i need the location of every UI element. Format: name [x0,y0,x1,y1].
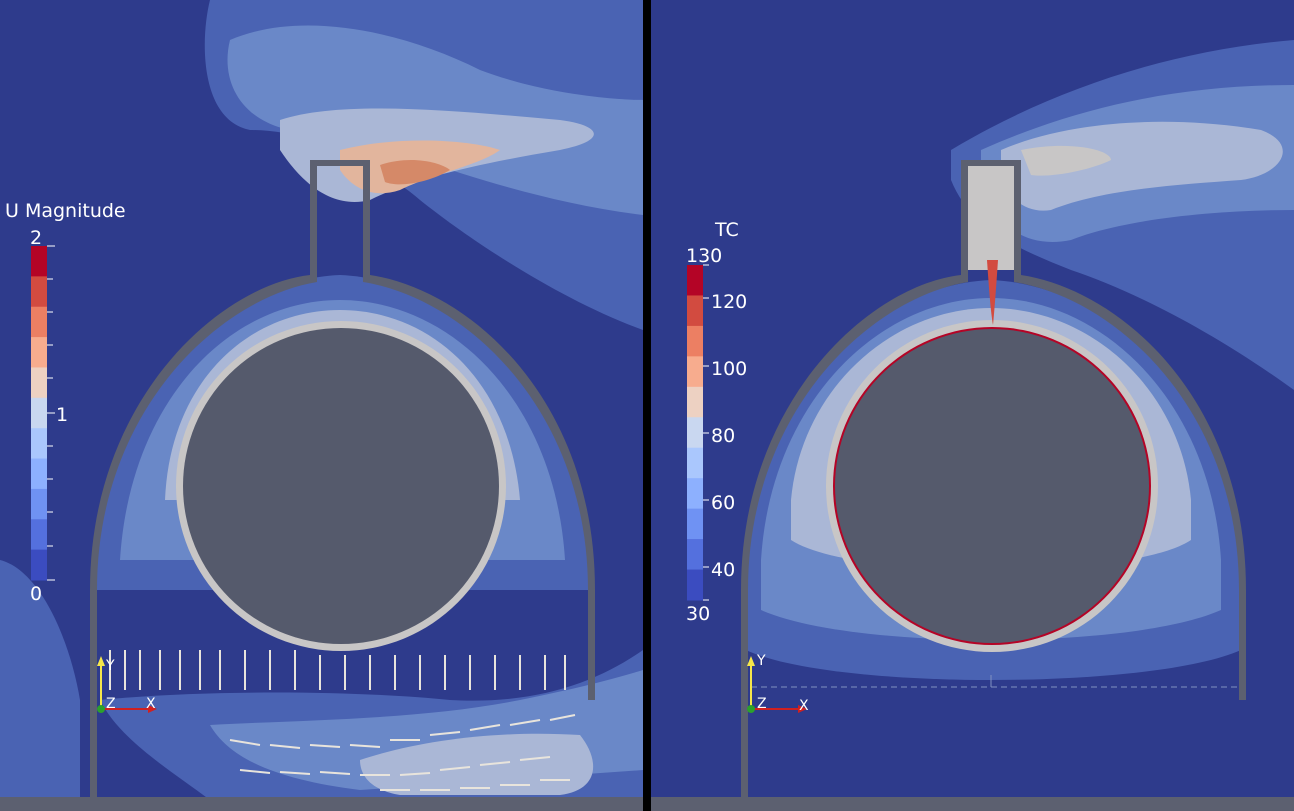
legend-color-bar [687,265,703,601]
legend-mid-label: 1 [56,404,68,426]
legend-label-100: 100 [711,358,747,380]
floor-wall [651,797,1294,811]
legend-color-band [687,508,703,540]
axis-z-label: Z [757,696,767,712]
legend-label-120: 120 [711,291,747,313]
legend-color-band [31,549,47,581]
cylinder-solid [183,328,499,644]
legend-max-label: 2 [30,227,42,249]
axis-y-label: Y [105,658,115,674]
legend-color-band [687,417,703,449]
legend-color-band [687,447,703,479]
legend-title: TC [714,219,739,241]
legend-color-bar [31,246,47,581]
legend-label-60: 60 [711,492,735,514]
legend-title: U Magnitude [5,200,126,222]
legend-color-band [31,458,47,490]
legend-label-40: 40 [711,559,735,581]
axis-x-label: X [799,698,809,714]
legend-color-band [31,519,47,551]
velocity-field-plot: Y Z X U Magnitude 2 1 0 [0,0,643,811]
floor-wall [0,797,643,811]
legend-label-30: 30 [686,603,710,625]
legend-color-band [31,488,47,520]
axis-x-label: X [146,696,156,712]
legend-min-label: 0 [30,583,42,605]
legend-color-band [31,337,47,368]
legend-color-band [31,428,47,460]
legend-color-band [687,569,703,601]
legend-color-band [687,325,703,357]
axis-z-label: Z [106,696,116,712]
legend-color-band [31,306,47,338]
legend-label-130: 130 [686,245,722,267]
axis-y-label: Y [756,653,766,669]
legend-color-band [687,265,703,296]
legend-color-band [31,367,47,399]
legend-color-band [687,539,703,571]
legend-color-band [31,276,47,308]
viewport-divider[interactable] [643,0,651,811]
cylinder-solid [835,329,1149,643]
right-render-view[interactable]: Y Z X TC 130 120 100 80 60 40 30 [651,0,1294,811]
legend-color-band [687,386,703,418]
legend-color-band [687,478,703,510]
legend-color-band [31,246,47,277]
legend-color-band [687,356,703,388]
left-render-view[interactable]: Y Z X U Magnitude 2 1 0 [0,0,643,811]
temperature-field-plot: Y Z X TC 130 120 100 80 60 40 30 [651,0,1294,811]
legend-label-80: 80 [711,425,735,447]
legend-color-band [31,397,47,429]
legend-color-band [687,295,703,327]
